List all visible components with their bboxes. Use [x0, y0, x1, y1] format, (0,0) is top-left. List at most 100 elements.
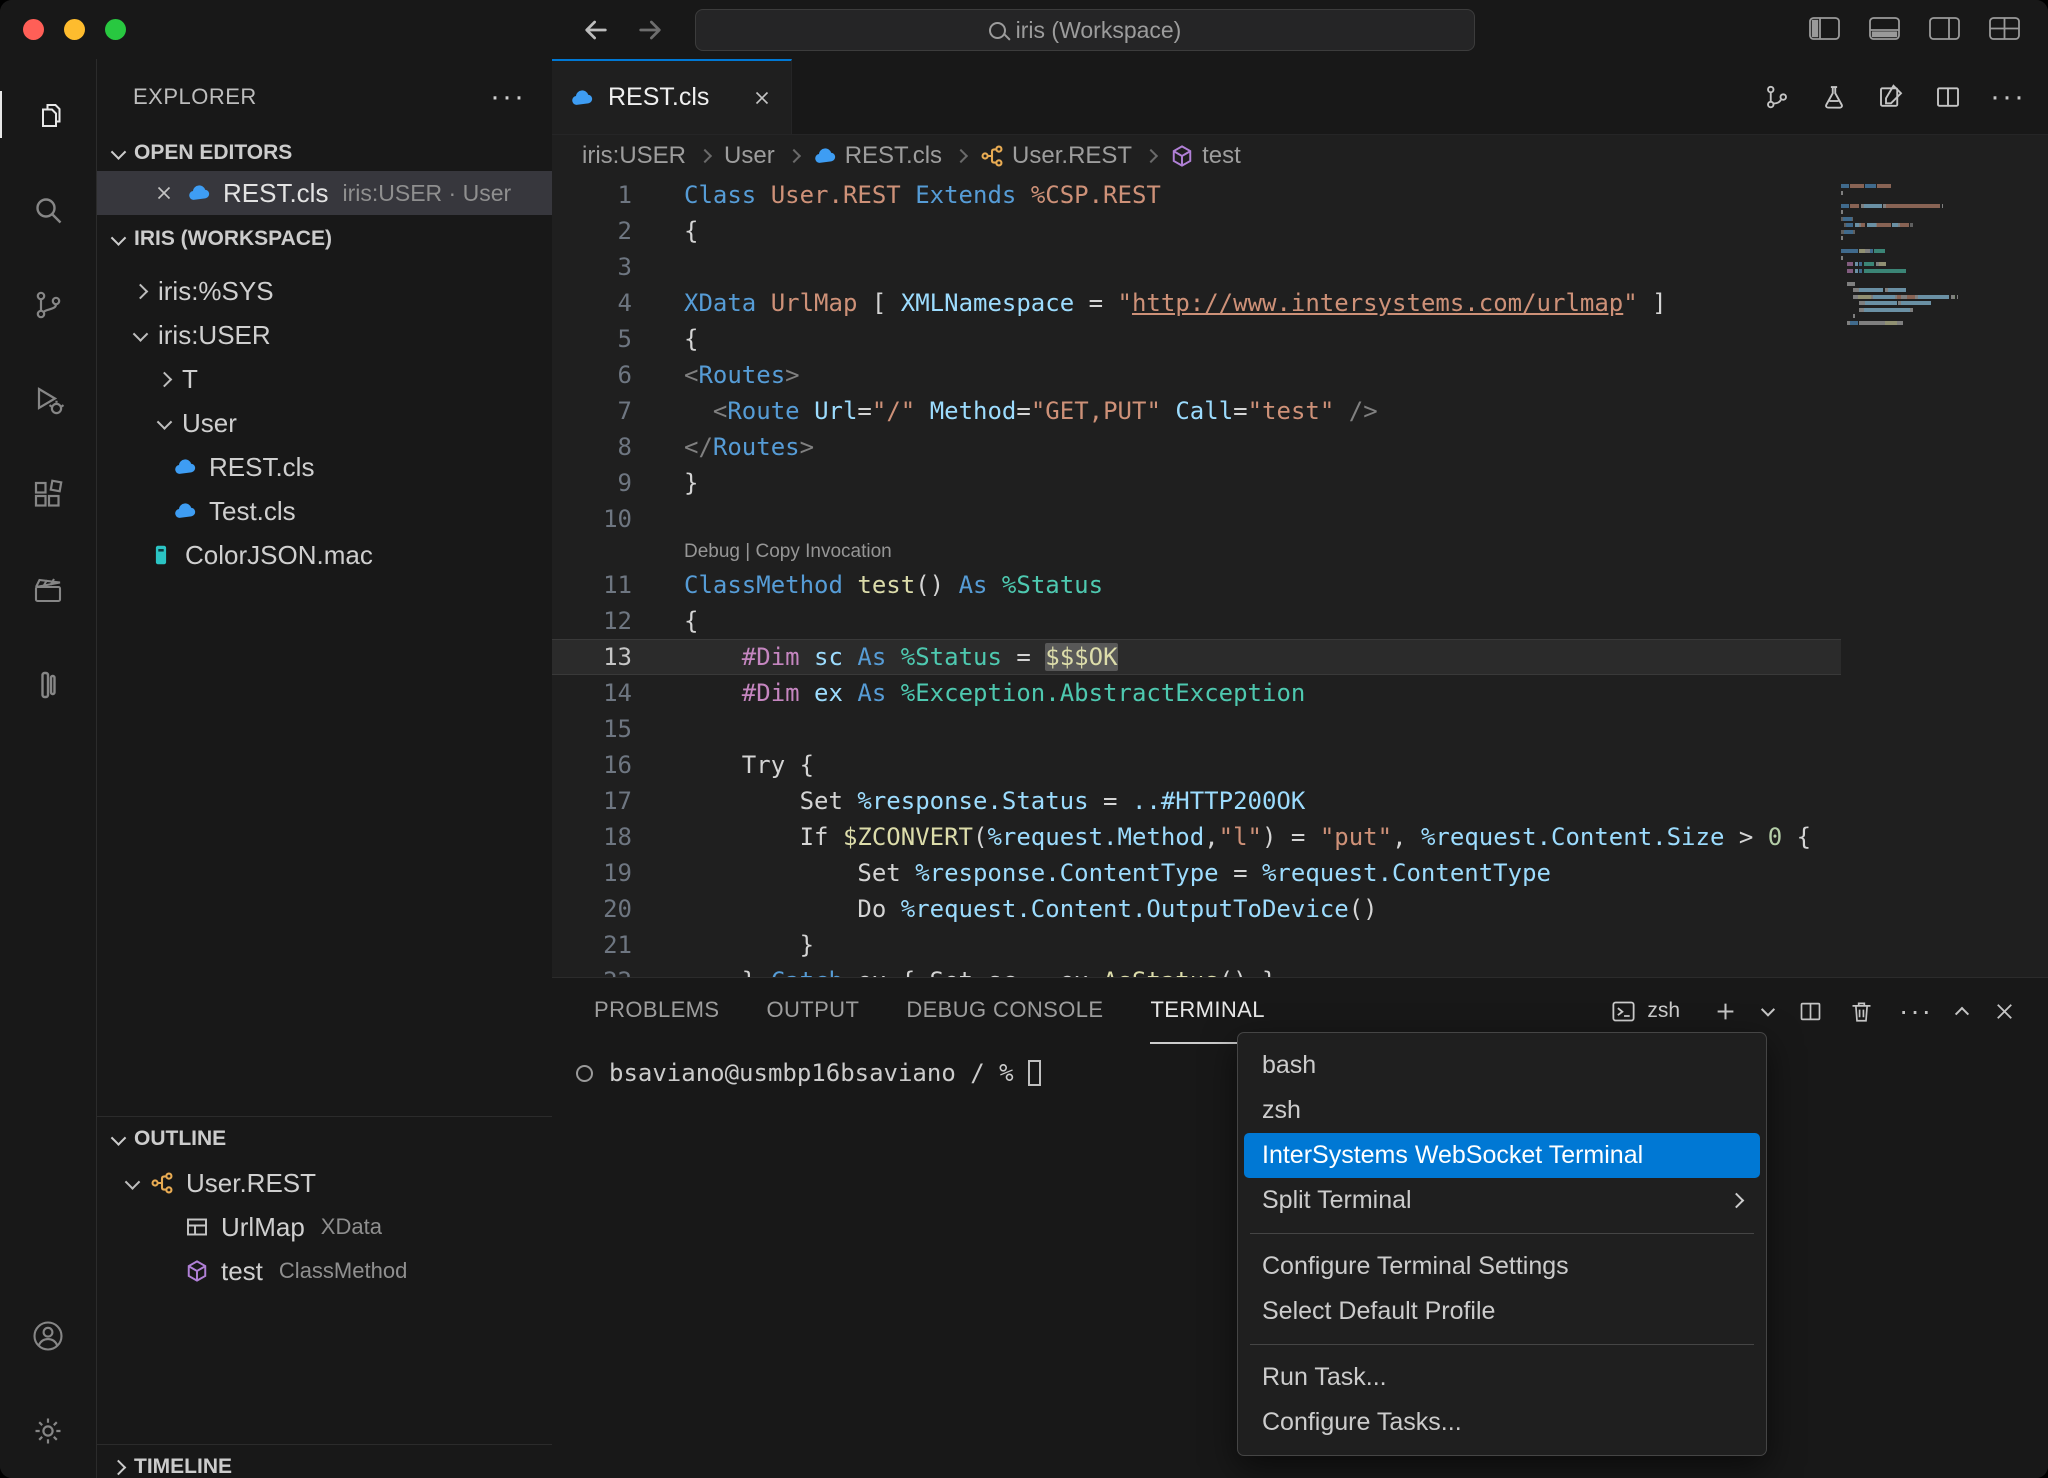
split-terminal-button[interactable] [1797, 998, 1824, 1025]
editor-tab-bar: REST.cls ··· [552, 59, 2048, 135]
code-line-8[interactable]: 8</Routes> [552, 429, 1841, 465]
line-content: Set %response.ContentType = %request.Con… [632, 855, 1551, 891]
code-line-10[interactable]: 10 [552, 501, 1841, 537]
panel-more-actions-button[interactable]: ··· [1899, 995, 1933, 1027]
code-line-9[interactable]: 9} [552, 465, 1841, 501]
breadcrumb-item-test[interactable]: test [1170, 142, 1241, 170]
close-icon[interactable] [153, 182, 175, 204]
close-panel-button[interactable] [1991, 998, 2018, 1025]
code-editor[interactable]: 1Class User.REST Extends %CSP.REST2{34XD… [552, 176, 1841, 977]
menu-item-intersystems-websocket-terminal[interactable]: InterSystems WebSocket Terminal [1244, 1133, 1760, 1178]
toggle-panel-icon[interactable] [1868, 16, 1901, 41]
section-header-workspace[interactable]: IRIS (WORKSPACE) [97, 217, 552, 261]
toggle-primary-sidebar-icon[interactable] [1808, 16, 1841, 41]
code-line-14[interactable]: 14 #Dim ex As %Exception.AbstractExcepti… [552, 675, 1841, 711]
menu-item-split-terminal[interactable]: Split Terminal [1244, 1178, 1760, 1223]
command-decoration-icon[interactable] [576, 1065, 593, 1082]
terminal-profile-dropdown-icon[interactable] [1761, 1003, 1775, 1017]
new-terminal-button[interactable] [1712, 998, 1739, 1025]
code-line-5[interactable]: 5{ [552, 321, 1841, 357]
menu-item-configure-tasks[interactable]: Configure Tasks... [1244, 1400, 1760, 1445]
code-line-21[interactable]: 21 } [552, 927, 1841, 963]
panel-tab-output[interactable]: OUTPUT [766, 978, 859, 1044]
tree-item-iris-sys[interactable]: iris:%SYS [97, 269, 552, 313]
open-changes-icon[interactable] [1876, 82, 1906, 112]
tree-item-t[interactable]: T [97, 357, 552, 401]
code-line-12[interactable]: 12{ [552, 603, 1841, 639]
code-line-17[interactable]: 17 Set %response.Status = ..#HTTP200OK [552, 783, 1841, 819]
editor-more-actions-icon[interactable]: ··· [1990, 80, 2026, 114]
tree-item-test-cls[interactable]: Test.cls [97, 489, 552, 533]
codelens-link[interactable]: Debug | Copy Invocation [552, 537, 1841, 567]
minimap[interactable] [1841, 184, 2010, 977]
activity-item-search[interactable] [0, 162, 97, 257]
code-line-20[interactable]: 20 Do %request.Content.OutputToDevice() [552, 891, 1841, 927]
code-line-7[interactable]: 7 <Route Url="/" Method="GET,PUT" Call="… [552, 393, 1841, 429]
line-number: 19 [552, 855, 632, 891]
outline-item-user-rest[interactable]: User.REST [97, 1161, 552, 1205]
code-line-15[interactable]: 15 [552, 711, 1841, 747]
launch-profile-indicator[interactable]: zsh [1610, 998, 1680, 1025]
maximize-panel-button[interactable] [1955, 1007, 1969, 1021]
tree-item-user[interactable]: User [97, 401, 552, 445]
section-header-timeline[interactable]: TIMELINE [97, 1445, 552, 1478]
code-line-18[interactable]: 18 If $ZCONVERT(%request.Method,"l") = "… [552, 819, 1841, 855]
code-line-11[interactable]: 11ClassMethod test() As %Status [552, 567, 1841, 603]
activity-item-extensions[interactable] [0, 447, 97, 542]
code-line-19[interactable]: 19 Set %response.ContentType = %request.… [552, 855, 1841, 891]
menu-item-run-task[interactable]: Run Task... [1244, 1355, 1760, 1400]
outline-item-urlmap[interactable]: UrlMapXData [97, 1205, 552, 1249]
menu-item-configure-terminal-settings[interactable]: Configure Terminal Settings [1244, 1244, 1760, 1289]
panel-tab-problems[interactable]: PROBLEMS [594, 978, 719, 1044]
panel-tab-debug-console[interactable]: DEBUG CONSOLE [906, 978, 1103, 1044]
minimize-window-button[interactable] [64, 19, 85, 40]
close-window-button[interactable] [23, 19, 44, 40]
tab-rest-cls[interactable]: REST.cls [552, 59, 792, 134]
code-line-13[interactable]: 13 #Dim sc As %Status = $$$OK [552, 639, 1841, 675]
code-line-3[interactable]: 3 [552, 249, 1841, 285]
breadcrumb-item-rest-cls[interactable]: REST.cls [813, 142, 942, 170]
tree-item-colorjson-mac[interactable]: ColorJSON.mac [97, 533, 552, 577]
code-line-1[interactable]: 1Class User.REST Extends %CSP.REST [552, 177, 1841, 213]
activity-item-run-debug[interactable] [0, 352, 97, 447]
toggle-secondary-sidebar-icon[interactable] [1928, 16, 1961, 41]
source-control-graph-icon[interactable] [1762, 82, 1792, 112]
menu-item-bash[interactable]: bash [1244, 1043, 1760, 1088]
terminal-prompt: bsaviano@usmbp16bsaviano / % [609, 1059, 1014, 1087]
code-line-6[interactable]: 6<Routes> [552, 357, 1841, 393]
section-header-outline[interactable]: OUTLINE [97, 1117, 552, 1161]
menu-item-select-default-profile[interactable]: Select Default Profile [1244, 1289, 1760, 1334]
breadcrumb-item-user-rest[interactable]: User.REST [980, 142, 1132, 170]
tree-item-iris-user[interactable]: iris:USER [97, 313, 552, 357]
tree-item-rest-cls[interactable]: REST.cls [97, 445, 552, 489]
zoom-window-button[interactable] [105, 19, 126, 40]
activity-item-intersystems[interactable] [0, 637, 97, 732]
menu-item-zsh[interactable]: zsh [1244, 1088, 1760, 1133]
line-content: Do %request.Content.OutputToDevice() [632, 891, 1378, 927]
kill-terminal-button[interactable] [1848, 998, 1875, 1025]
code-line-4[interactable]: 4XData UrlMap [ XMLNamespace = "http://w… [552, 285, 1841, 321]
activity-item-account[interactable] [0, 1288, 97, 1383]
activity-item-settings[interactable] [0, 1383, 97, 1478]
code-line-16[interactable]: 16 Try { [552, 747, 1841, 783]
section-header-open-editors[interactable]: OPEN EDITORS [97, 135, 552, 171]
breadcrumb-item-iris-user[interactable]: iris:USER [582, 142, 686, 170]
activity-item-explorer[interactable] [0, 67, 97, 162]
terminal-cursor [1028, 1060, 1041, 1086]
breadcrumb-item-user[interactable]: User [724, 142, 775, 170]
activity-item-clapperboard[interactable] [0, 542, 97, 637]
code-line-22[interactable]: 22 } Catch ex { Set sc = ex.AsStatus() } [552, 963, 1841, 977]
navigate-back-button[interactable] [580, 14, 612, 46]
customize-layout-icon[interactable] [1988, 16, 2021, 41]
explorer-more-actions-button[interactable]: ··· [490, 92, 526, 102]
activity-item-source-control[interactable] [0, 257, 97, 352]
command-center-search[interactable]: iris (Workspace) [695, 9, 1475, 51]
outline-item-test[interactable]: testClassMethod [97, 1249, 552, 1293]
split-editor-icon[interactable] [1933, 82, 1963, 112]
beaker-icon[interactable] [1819, 82, 1849, 112]
terminal-prompt-line[interactable]: bsaviano@usmbp16bsaviano / % [576, 1059, 1041, 1087]
navigate-forward-button[interactable] [634, 14, 666, 46]
open-editor-item-rest-cls[interactable]: REST.clsiris:USER · User [97, 171, 552, 215]
close-tab-icon[interactable] [751, 87, 773, 109]
code-line-2[interactable]: 2{ [552, 213, 1841, 249]
